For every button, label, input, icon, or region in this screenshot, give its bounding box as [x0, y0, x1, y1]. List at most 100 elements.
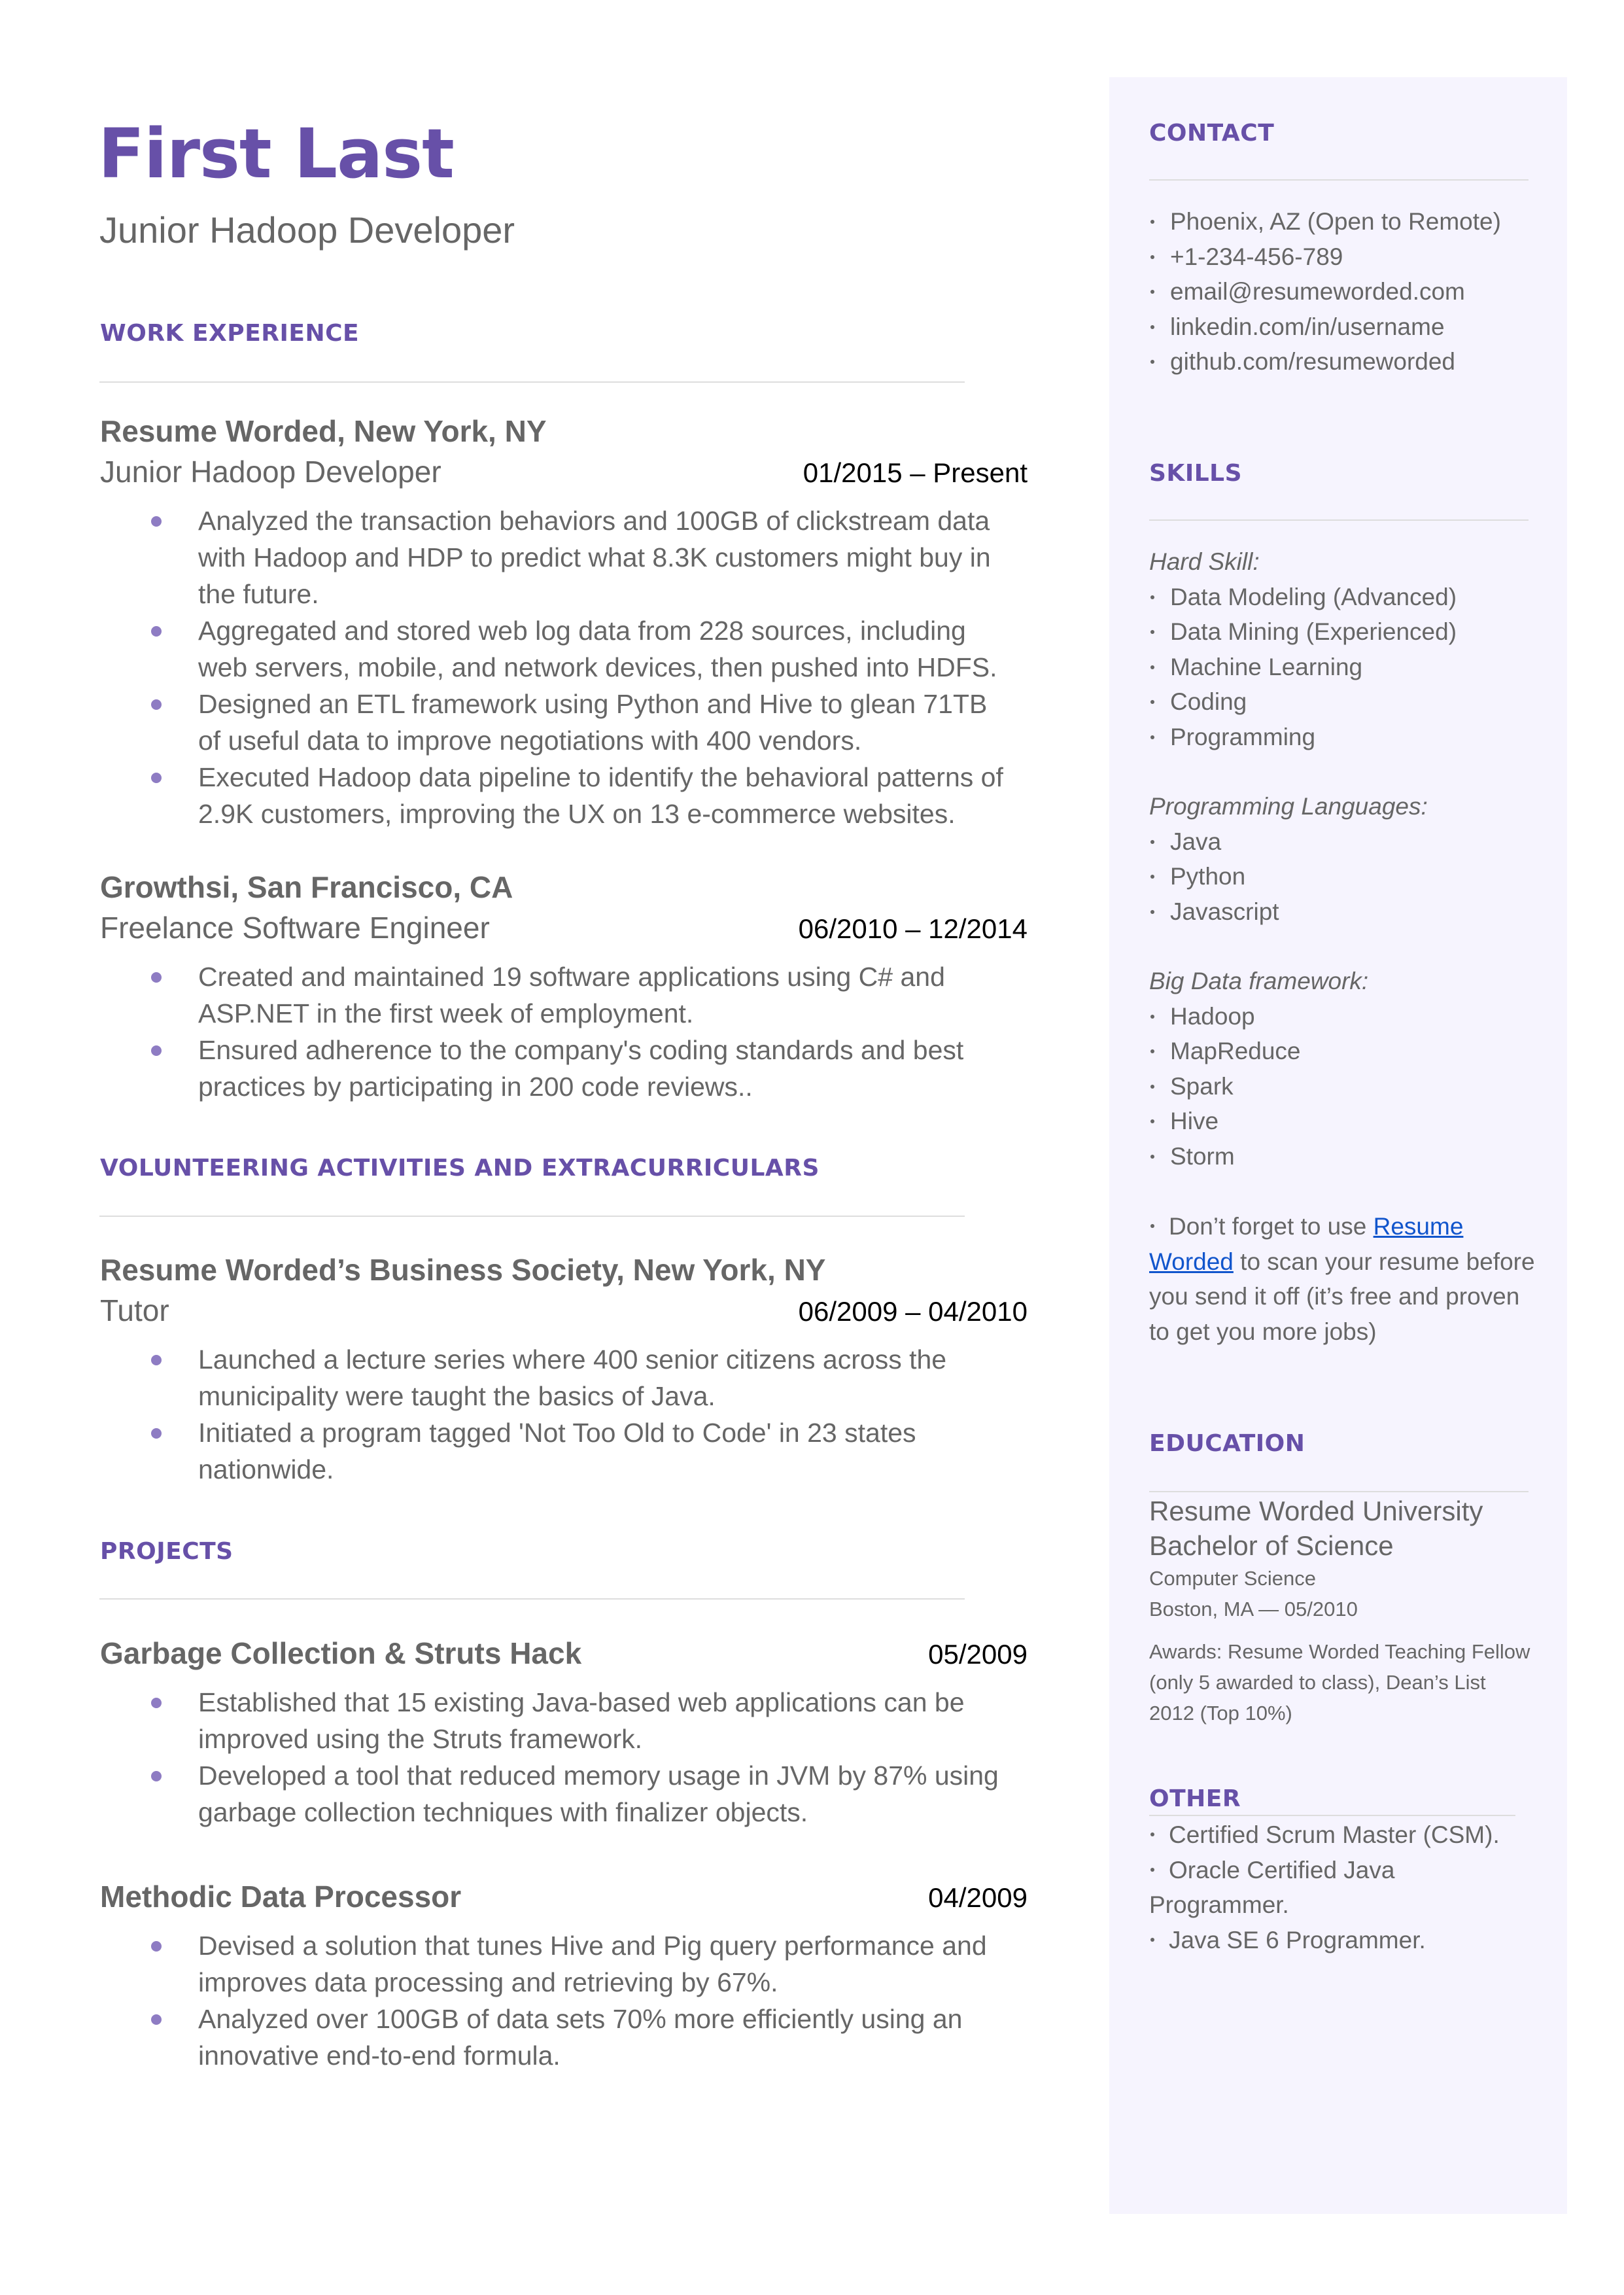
bullet-text: Executed Hadoop data pipeline to identif… — [198, 762, 1003, 829]
bullet-list: Launched a lecture series where 400 seni… — [100, 1341, 1028, 1488]
work-entry: Resume Worded, New York, NY Junior Hadoo… — [100, 411, 1028, 832]
section-heading-work-experience: WORK EXPERIENCE — [100, 320, 360, 347]
section-heading-other: OTHER — [1149, 1785, 1241, 1812]
job-dates: 06/2010 – 12/2014 — [798, 913, 1028, 944]
email-link[interactable]: email@resumeworded.com — [1170, 278, 1465, 305]
bullet-dot-icon — [1150, 254, 1154, 259]
section-divider — [99, 1216, 965, 1217]
skill-category: Hard Skill: — [1149, 548, 1260, 575]
candidate-title: Junior Hadoop Developer — [99, 209, 515, 251]
bullet-text: Ensured adherence to the company's codin… — [198, 1035, 964, 1102]
bullet-dot-icon — [1150, 1119, 1154, 1123]
education-location-date: Boston, MA — 05/2010 — [1149, 1598, 1358, 1621]
bullet-dot-icon — [1150, 290, 1154, 294]
bullet-dot-icon — [1150, 735, 1154, 739]
contact-phone[interactable]: +1-234-456-789 — [1149, 239, 1542, 275]
bullet-dot-icon — [1150, 1084, 1154, 1089]
bullet-dot-icon — [151, 516, 162, 527]
note-text: Don’t forget to use — [1169, 1213, 1373, 1240]
project-title: Methodic Data Processor — [100, 1880, 462, 1914]
bullet-dot-icon — [1150, 875, 1154, 879]
bullet-item: Created and maintained 19 software appli… — [100, 958, 1028, 1032]
github-link[interactable]: github.com/resumeworded — [1170, 348, 1455, 375]
candidate-name: First Last — [98, 114, 455, 194]
bullet-dot-icon — [151, 1941, 162, 1952]
bullet-list: Analyzed the transaction behaviors and 1… — [100, 502, 1028, 832]
project-date: 04/2009 — [928, 1882, 1028, 1913]
bullet-dot-icon — [1150, 1832, 1154, 1837]
skill-text: Coding — [1170, 688, 1247, 715]
skill-item: MapReduce — [1149, 1034, 1542, 1069]
bullet-item: Developed a tool that reduced memory usa… — [100, 1757, 1028, 1831]
bullet-item: Ensured adherence to the company's codin… — [100, 1032, 1028, 1105]
linkedin-link[interactable]: linkedin.com/in/username — [1170, 313, 1445, 340]
resume-worded-note: Don’t forget to use Resume Worded to sca… — [1149, 1209, 1535, 1349]
skill-text: Java — [1170, 828, 1222, 855]
certification-text: Java SE 6 Programmer. — [1169, 1926, 1426, 1953]
bullet-dot-icon — [151, 1698, 162, 1708]
volunteer-dates: 06/2009 – 04/2010 — [798, 1296, 1028, 1327]
bullet-item: Devised a solution that tunes Hive and P… — [100, 1927, 1028, 2001]
skill-text: Storm — [1170, 1142, 1235, 1170]
contact-github[interactable]: github.com/resumeworded — [1149, 344, 1542, 379]
section-divider — [1149, 1815, 1515, 1816]
bullet-list: Established that 15 existing Java-based … — [100, 1684, 1028, 1831]
skill-text: Hadoop — [1170, 1002, 1255, 1030]
certification-item: Java SE 6 Programmer. — [1149, 1923, 1515, 1958]
section-divider — [1149, 1491, 1529, 1492]
bullet-dot-icon — [151, 699, 162, 710]
bullet-item: Designed an ETL framework using Python a… — [100, 686, 1028, 759]
bullet-dot-icon — [1150, 700, 1154, 704]
bullet-item: Analyzed over 100GB of data sets 70% mor… — [100, 2001, 1028, 2074]
skill-category: Programming Languages: — [1149, 793, 1428, 820]
section-divider — [99, 1598, 965, 1600]
section-divider — [1149, 519, 1529, 521]
education-entry: Resume Worded University Bachelor of Sci… — [1149, 1494, 1542, 1728]
bullet-dot-icon — [1150, 630, 1154, 634]
bullet-dot-icon — [151, 1355, 162, 1365]
volunteer-role: Tutor — [100, 1293, 169, 1327]
contact-text: Phoenix, AZ (Open to Remote) — [1170, 208, 1501, 235]
skill-text: MapReduce — [1170, 1038, 1301, 1064]
section-heading-education: EDUCATION — [1149, 1430, 1305, 1457]
skill-item: Hive — [1149, 1104, 1542, 1139]
bullet-text: Launched a lecture series where 400 seni… — [198, 1344, 947, 1411]
bullet-dot-icon — [1150, 909, 1154, 914]
skill-item: Programming — [1149, 720, 1542, 755]
bullet-dot-icon — [1150, 1867, 1154, 1872]
field-of-study: Computer Science — [1149, 1567, 1317, 1590]
school-name: Resume Worded University — [1149, 1496, 1483, 1526]
certification-text: Oracle Certified Java Programmer. — [1149, 1856, 1395, 1919]
bullet-item: Established that 15 existing Java-based … — [100, 1684, 1028, 1757]
skill-item: Storm — [1149, 1139, 1542, 1174]
job-title: Freelance Software Engineer — [100, 911, 490, 945]
bullet-list: Devised a solution that tunes Hive and P… — [100, 1927, 1028, 2074]
contact-email[interactable]: email@resumeworded.com — [1149, 274, 1542, 309]
phone-link[interactable]: +1-234-456-789 — [1170, 243, 1343, 270]
bullet-item: Analyzed the transaction behaviors and 1… — [100, 502, 1028, 612]
skill-item: Java — [1149, 824, 1542, 860]
bullet-dot-icon — [1150, 595, 1154, 599]
skill-item: Javascript — [1149, 894, 1542, 930]
job-dates: 01/2015 – Present — [803, 457, 1028, 488]
section-heading-skills: SKILLS — [1149, 460, 1243, 487]
bullet-dot-icon — [1150, 1154, 1154, 1159]
bullet-text: Analyzed the transaction behaviors and 1… — [198, 506, 991, 609]
section-heading-projects: PROJECTS — [100, 1538, 233, 1565]
skill-text: Python — [1170, 863, 1246, 890]
bullet-text: Developed a tool that reduced memory usa… — [198, 1761, 999, 1827]
organization-name: Resume Worded’s Business Society, New Yo… — [100, 1253, 826, 1287]
skill-text: Javascript — [1170, 898, 1279, 925]
bullet-dot-icon — [1150, 1937, 1154, 1942]
bullet-dot-icon — [151, 1771, 162, 1781]
bullet-item: Executed Hadoop data pipeline to identif… — [100, 759, 1028, 832]
project-entry: Methodic Data Processor 04/2009 Devised … — [100, 1876, 1028, 2074]
bullet-dot-icon — [151, 2014, 162, 2025]
bullet-dot-icon — [1150, 1049, 1154, 1053]
bullet-text: Created and maintained 19 software appli… — [198, 962, 945, 1028]
bullet-text: Devised a solution that tunes Hive and P… — [198, 1931, 987, 1997]
bullet-dot-icon — [1150, 665, 1154, 669]
contact-linkedin[interactable]: linkedin.com/in/username — [1149, 309, 1542, 345]
